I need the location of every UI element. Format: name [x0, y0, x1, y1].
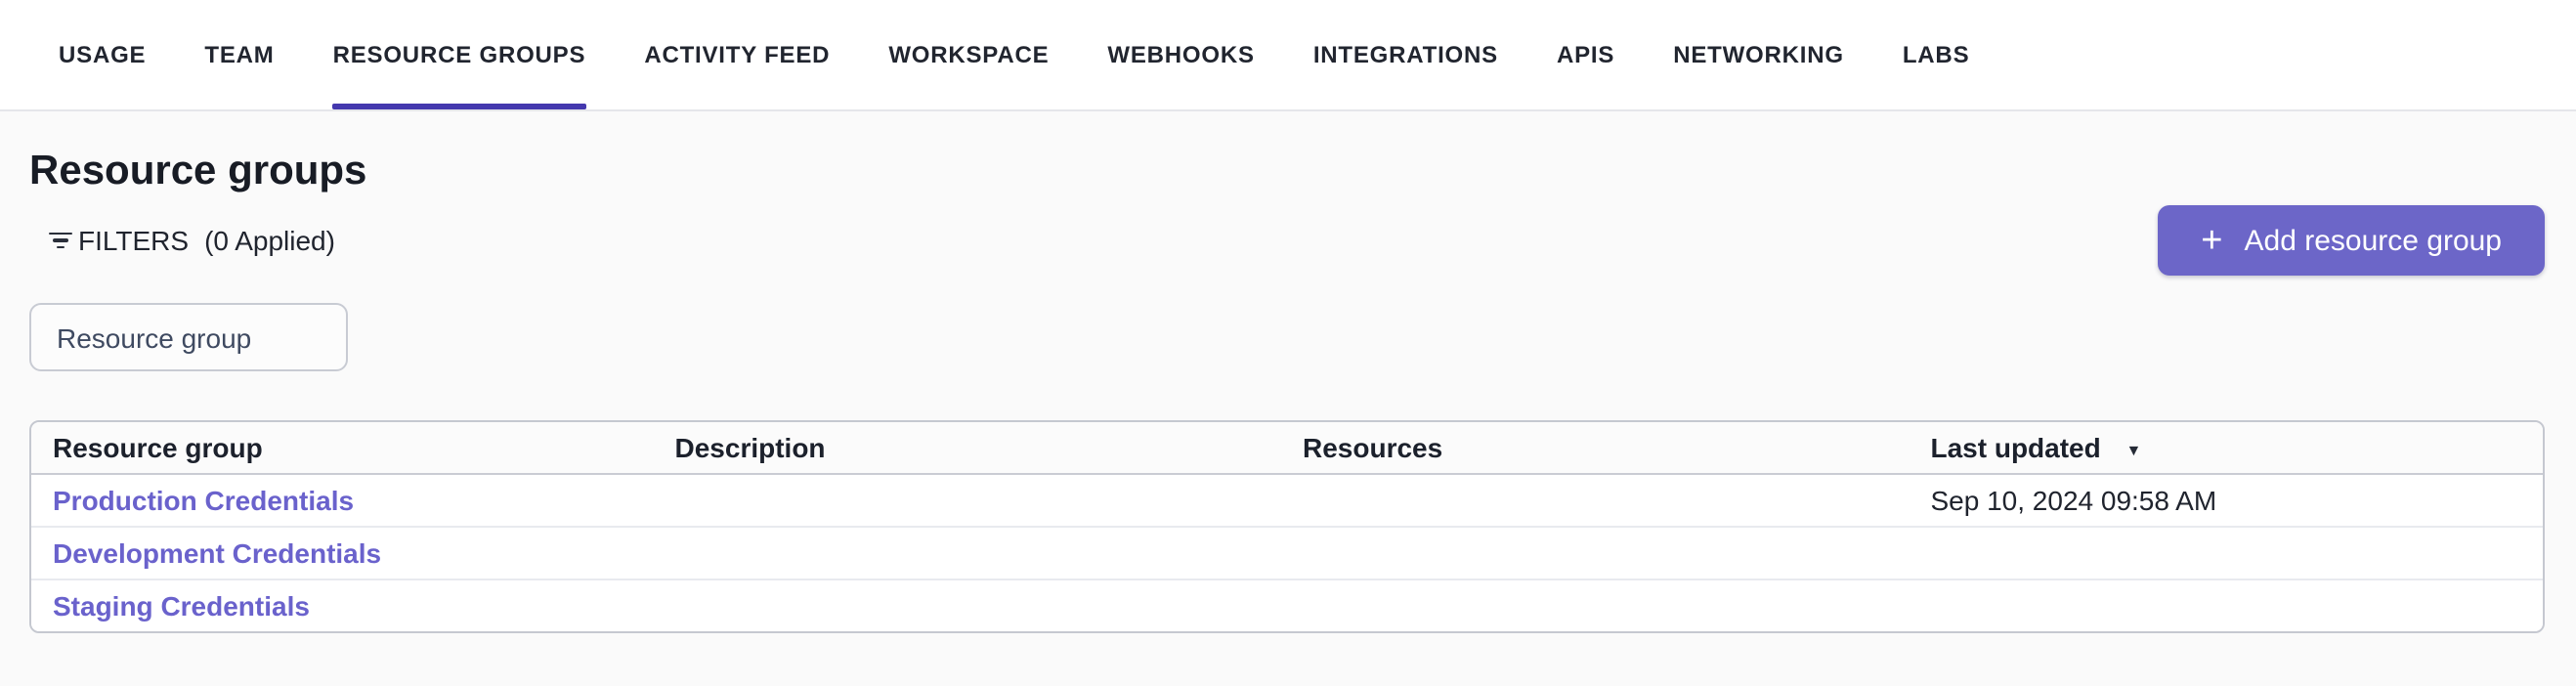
tab-usage[interactable]: USAGE	[59, 0, 146, 109]
tab-team[interactable]: TEAM	[204, 0, 274, 109]
cell-description	[659, 578, 1287, 631]
tab-workspace[interactable]: WORKSPACE	[888, 0, 1049, 109]
tab-label: APIS	[1556, 41, 1615, 68]
tab-activity-feed[interactable]: ACTIVITY FEED	[644, 0, 830, 109]
tab-integrations[interactable]: INTEGRATIONS	[1313, 0, 1498, 109]
column-header-description: Description	[659, 422, 1287, 474]
table-header-row: Resource group Description Resources Las…	[31, 422, 2543, 474]
cell-last-updated: Sep 10, 2024 09:58 AM	[1930, 484, 2217, 515]
tab-label: WEBHOOKS	[1107, 41, 1255, 68]
column-header-resource-group: Resource group	[31, 422, 660, 474]
add-resource-group-label: Add resource group	[2244, 224, 2503, 257]
cell-last-updated	[1914, 525, 2543, 579]
cell-resources	[1287, 578, 1915, 631]
tab-label: TEAM	[204, 41, 275, 68]
add-resource-group-button[interactable]: + Add resource group	[2158, 205, 2545, 276]
cell-last-updated	[1914, 578, 2543, 631]
tab-label: WORKSPACE	[888, 41, 1050, 68]
cell-description	[659, 525, 1287, 579]
controls-row: FILTERS (0 Applied) + Add resource group	[29, 205, 2545, 276]
filter-list-icon	[47, 229, 72, 252]
tab-label: ACTIVITY FEED	[644, 41, 831, 68]
filters-applied-count: (0 Applied)	[204, 225, 335, 256]
tab-label: USAGE	[59, 41, 147, 68]
tab-networking[interactable]: NETWORKING	[1673, 0, 1844, 109]
tab-apis[interactable]: APIS	[1557, 0, 1614, 109]
table-row: Staging Credentials	[31, 578, 2543, 631]
table-row: Production Credentials Sep 10, 2024 09:5…	[31, 473, 2543, 526]
column-header-resources: Resources	[1287, 422, 1915, 474]
column-header-last-updated[interactable]: Last updated ▼	[1914, 422, 2543, 474]
cell-resources	[1287, 473, 1915, 526]
sort-desc-arrow-icon: ▼	[2125, 441, 2142, 459]
table-row: Development Credentials	[31, 525, 2543, 579]
resource-group-link-development[interactable]: Development Credentials	[53, 536, 381, 568]
app-root: USAGE TEAM RESOURCE GROUPS ACTIVITY FEED…	[0, 0, 2576, 686]
resource-groups-table: Resource group Description Resources Las…	[29, 420, 2545, 633]
cell-description	[660, 473, 1288, 526]
tab-label: RESOURCE GROUPS	[332, 41, 586, 68]
page-title: Resource groups	[29, 149, 367, 193]
resource-group-filter-input[interactable]	[29, 303, 348, 371]
resource-group-link-production[interactable]: Production Credentials	[53, 484, 354, 515]
top-tab-bar: USAGE TEAM RESOURCE GROUPS ACTIVITY FEED…	[0, 0, 2576, 111]
active-tab-indicator	[332, 104, 586, 109]
column-header-last-updated-label: Last updated	[1930, 431, 2101, 463]
resource-group-link-staging[interactable]: Staging Credentials	[53, 590, 310, 622]
tab-webhooks[interactable]: WEBHOOKS	[1107, 0, 1254, 109]
filters-label: FILTERS	[78, 225, 190, 256]
filters-button[interactable]: FILTERS (0 Applied)	[47, 225, 335, 256]
tab-label: LABS	[1902, 41, 1970, 68]
tab-label: INTEGRATIONS	[1312, 41, 1498, 68]
cell-resources	[1287, 525, 1915, 579]
plus-icon: +	[2201, 220, 2223, 261]
tab-label: NETWORKING	[1673, 41, 1844, 68]
tab-labs[interactable]: LABS	[1903, 0, 1970, 109]
tab-resource-groups[interactable]: RESOURCE GROUPS	[332, 0, 586, 109]
main-content: Resource groups FILTERS (0 Applied) + Ad…	[0, 111, 2576, 633]
